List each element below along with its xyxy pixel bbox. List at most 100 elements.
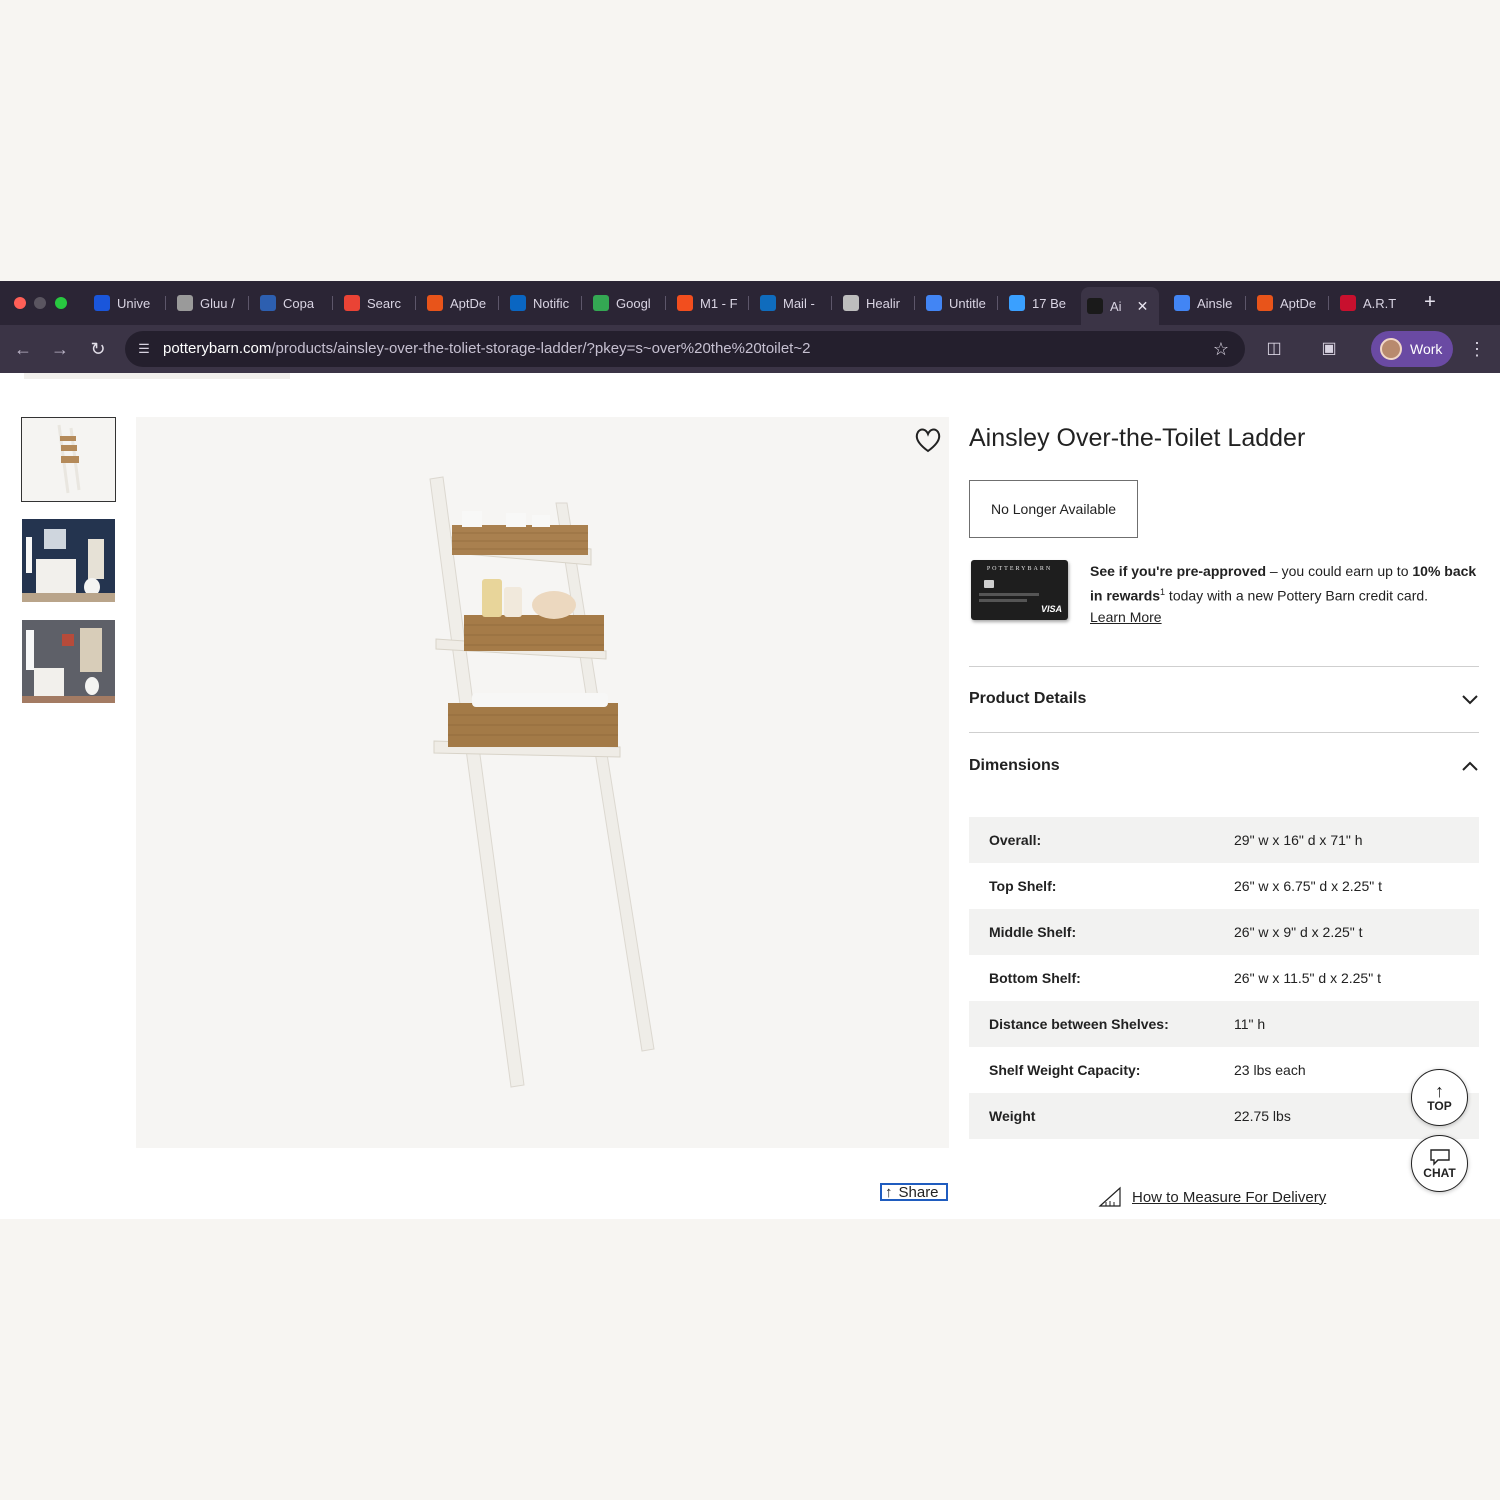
bathroom-gray-thumbnail-image <box>22 620 115 703</box>
top-label: TOP <box>1427 1098 1452 1113</box>
share-button[interactable]: ↑ Share <box>880 1183 948 1201</box>
minimize-window-button[interactable] <box>34 297 46 309</box>
dimensions-toggle[interactable]: Dimensions <box>969 757 1060 775</box>
arrow-up-icon: ↑ <box>1435 1080 1444 1101</box>
browser-tab[interactable]: AptDe <box>421 289 493 317</box>
url-path: /products/ainsley-over-the-toliet-storag… <box>271 340 811 357</box>
dimensions-table: Overall: 29" w x 16" d x 71" h Top Shelf: 2… <box>969 817 1479 1139</box>
promo-bold-1: See if you're pre-approved <box>1090 563 1267 579</box>
dimension-key: Shelf Weight Capacity: <box>989 1062 1141 1078</box>
product-hero-image[interactable] <box>136 417 949 1148</box>
browser-tab[interactable]: Googl <box>587 289 659 317</box>
browser-tab[interactable]: Notific <box>504 289 576 317</box>
address-bar: ← → ↻ ☰ potterybarn.com/products/ainsley… <box>0 325 1500 373</box>
availability-badge: No Longer Available <box>969 480 1138 538</box>
aptdeco-icon <box>1257 295 1273 311</box>
divider <box>969 666 1479 667</box>
tab-label: Searc <box>367 295 401 311</box>
tab-separator <box>665 296 666 310</box>
credit-card-image: POTTERYBARN VISA <box>971 560 1068 620</box>
cast-icon[interactable]: ▣ <box>1317 337 1341 361</box>
dimension-key: Overall: <box>989 832 1042 848</box>
back-button[interactable]: ← <box>11 337 35 361</box>
browser-tab[interactable]: Mail - <box>754 289 826 317</box>
back-to-top-button[interactable]: ↑ TOP <box>1411 1069 1468 1126</box>
browser-tab[interactable]: Copa <box>254 289 326 317</box>
reload-button[interactable]: ↻ <box>86 337 110 361</box>
browser-tab[interactable]: 17 Be <box>1003 289 1075 317</box>
tab-separator <box>914 296 915 310</box>
forward-button[interactable]: → <box>48 337 72 361</box>
maximize-window-button[interactable] <box>55 297 67 309</box>
tab-label: Healir <box>866 295 900 311</box>
chevron-up-icon[interactable] <box>1460 756 1480 776</box>
learn-more-link[interactable]: Learn More <box>1090 609 1162 625</box>
browser-tab[interactable]: Ai ✕ <box>1081 287 1159 325</box>
product-details-toggle[interactable]: Product Details <box>969 690 1086 708</box>
browser-tab[interactable]: Searc <box>338 289 410 317</box>
measure-delivery-link[interactable]: How to Measure For Delivery <box>1098 1186 1326 1208</box>
browser-menu-icon[interactable]: ⋮ <box>1466 337 1488 361</box>
thumbnail-2[interactable] <box>22 519 115 602</box>
chat-button[interactable]: CHAT <box>1411 1135 1468 1192</box>
dimension-value: 23 lbs each <box>1234 1062 1306 1078</box>
omnibox[interactable]: ☰ potterybarn.com/products/ainsley-over-… <box>125 331 1245 367</box>
tab-label: 17 Be <box>1032 295 1066 311</box>
dimension-key: Distance between Shelves: <box>989 1016 1169 1032</box>
thumbnail-1[interactable] <box>21 417 116 502</box>
close-tab-icon[interactable]: ✕ <box>1137 298 1149 315</box>
profile-label: Work <box>1410 341 1443 357</box>
home-icon <box>1009 295 1025 311</box>
new-tab-button[interactable]: + <box>1420 291 1440 313</box>
dimension-key: Top Shelf: <box>989 878 1057 894</box>
chevron-down-icon[interactable] <box>1460 689 1480 709</box>
tab-separator <box>748 296 749 310</box>
browser-window: Unive Gluu / Copa Searc AptDe Notific Googl M1 … <box>0 281 1500 1219</box>
browser-tab[interactable]: A.R.T <box>1334 289 1406 317</box>
tab-label: Copa <box>283 295 315 311</box>
tab-separator <box>1245 296 1246 310</box>
outlook-icon <box>760 295 776 311</box>
divider <box>969 732 1479 733</box>
tab-separator <box>1328 296 1329 310</box>
dimension-value: 29" w x 16" d x 71" h <box>1234 832 1363 848</box>
dimension-value: 11" h <box>1234 1016 1266 1032</box>
google-meet-icon <box>593 295 609 311</box>
thumbnail-3[interactable] <box>22 620 115 703</box>
profile-button[interactable]: Work <box>1371 331 1453 367</box>
dimension-key: Middle Shelf: <box>989 924 1077 940</box>
browser-tab[interactable]: Untitle <box>920 289 992 317</box>
site-settings-icon[interactable]: ☰ <box>135 340 153 358</box>
browser-tab[interactable]: Gluu / <box>171 289 243 317</box>
ladder-product-image <box>136 417 949 1148</box>
close-window-button[interactable] <box>14 297 26 309</box>
browser-tab[interactable]: M1 - F <box>671 289 743 317</box>
url-text[interactable]: potterybarn.com/products/ainsley-over-th… <box>163 340 810 357</box>
dimension-key: Weight <box>989 1108 1036 1124</box>
browser-tab[interactable]: Unive <box>88 289 160 317</box>
browser-tab[interactable]: Healir <box>837 289 909 317</box>
browser-tab[interactable]: Ainsle <box>1168 289 1240 317</box>
card-brand: POTTERYBARN <box>986 566 1053 572</box>
table-row: Top Shelf: 26" w x 6.75" d x 2.25" t <box>969 863 1479 909</box>
tab-separator <box>831 296 832 310</box>
browser-tab[interactable]: AptDe <box>1251 289 1323 317</box>
tab-separator <box>248 296 249 310</box>
bookmark-star-icon[interactable]: ☆ <box>1210 338 1232 360</box>
dimension-value: 22.75 lbs <box>1234 1108 1291 1124</box>
tab-label: Unive <box>117 295 151 311</box>
page-content: ↑ Share Ainsley Over-the-Toilet Ladder N… <box>0 373 1500 1219</box>
bathroom-navy-thumbnail-image <box>22 519 115 602</box>
table-row: Shelf Weight Capacity: 23 lbs each <box>969 1047 1479 1093</box>
dimension-value: 26" w x 11.5" d x 2.25" t <box>1234 970 1381 986</box>
dimension-key: Bottom Shelf: <box>989 970 1081 986</box>
product-title: Ainsley Over-the-Toilet Ladder <box>969 424 1306 452</box>
extensions-icon[interactable]: ◫ <box>1262 337 1286 361</box>
tab-separator <box>415 296 416 310</box>
tab-label: Untitle <box>949 295 986 311</box>
aptdeco-icon <box>427 295 443 311</box>
openai-icon <box>843 295 859 311</box>
favorite-heart-icon[interactable] <box>913 425 943 455</box>
tab-separator <box>165 296 166 310</box>
tab-separator <box>498 296 499 310</box>
